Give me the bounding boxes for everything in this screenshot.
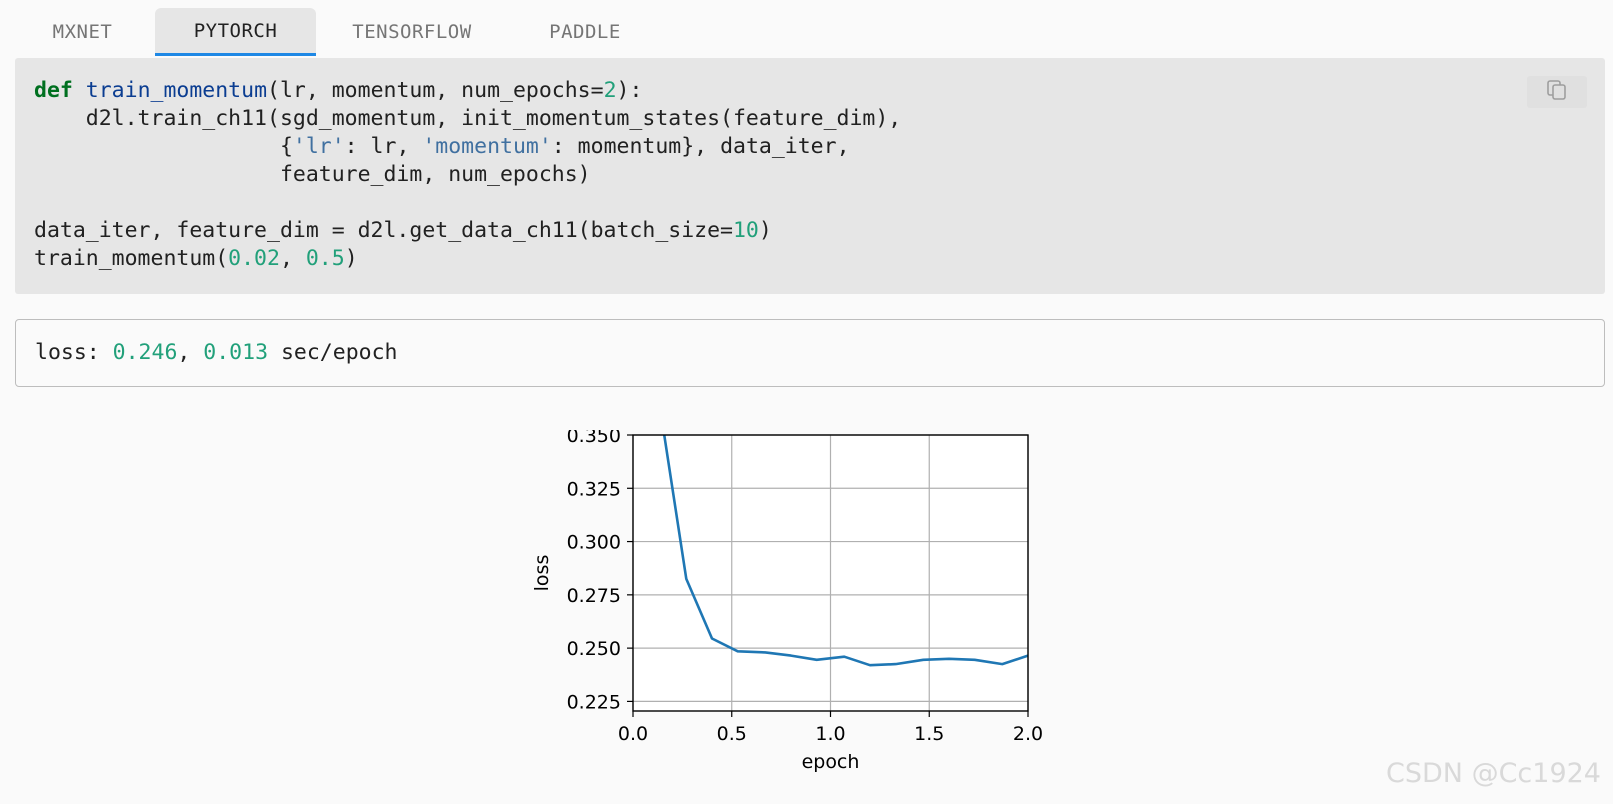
copy-button[interactable] <box>1527 76 1587 108</box>
watermark: CSDN @Cc1924 <box>1386 758 1601 789</box>
code-line: {'lr': lr, 'momentum': momentum}, data_i… <box>34 134 850 159</box>
x-axis-label: epoch <box>802 751 860 773</box>
x-tick-label: 2.0 <box>1013 723 1043 745</box>
code-token: 0.02 <box>228 246 280 271</box>
code-token: : momentum}, data_iter, <box>551 134 850 159</box>
code-line: d2l.train_ch11(sgd_momentum, init_moment… <box>34 106 902 131</box>
y-tick-label: 0.350 <box>567 430 621 447</box>
code-token: , <box>279 246 306 271</box>
y-tick-label: 0.225 <box>567 691 621 713</box>
framework-tabs: MXNET PYTORCH TENSORFLOW PADDLE <box>15 8 1605 58</box>
x-tick-label: 0.0 <box>618 723 648 745</box>
code-token: ) <box>344 246 358 271</box>
x-tick-label: 1.5 <box>914 723 944 745</box>
code-token: (lr, momentum, num_epochs= <box>267 78 604 103</box>
output-suffix: sec/epoch <box>268 340 398 365</box>
code-token: : lr, <box>344 134 423 159</box>
code-token: { <box>34 134 293 159</box>
code-token: feature_dim, num_epochs) <box>34 162 591 187</box>
code-token: def <box>34 78 73 103</box>
tab-mxnet[interactable]: MXNET <box>15 8 150 56</box>
code-text: def train_momentum(lr, momentum, num_epo… <box>34 77 901 273</box>
output-block: loss: 0.246, 0.013 sec/epoch <box>15 319 1605 387</box>
tab-paddle[interactable]: PADDLE <box>515 8 655 56</box>
code-line: train_momentum(0.02, 0.5) <box>34 246 358 271</box>
code-token: 'momentum' <box>422 134 552 159</box>
code-line: def train_momentum(lr, momentum, num_epo… <box>34 78 642 103</box>
y-axis-label: loss <box>531 555 553 592</box>
code-token: 10 <box>732 218 759 243</box>
code-token: ) <box>758 218 772 243</box>
code-token: 'lr' <box>292 134 345 159</box>
code-token: data_iter, feature_dim = d2l.get_data_ch… <box>34 218 733 243</box>
output-time: 0.013 <box>203 340 269 365</box>
code-token: train_momentum <box>85 78 268 103</box>
code-token: 2 <box>603 78 617 103</box>
code-line: data_iter, feature_dim = d2l.get_data_ch… <box>34 218 772 243</box>
code-block: def train_momentum(lr, momentum, num_epo… <box>15 58 1605 294</box>
x-tick-label: 0.5 <box>717 723 747 745</box>
code-token: ): <box>616 78 643 103</box>
tab-pytorch[interactable]: PYTORCH <box>155 8 316 56</box>
code-token: 0.5 <box>305 246 345 271</box>
x-tick-label: 1.0 <box>815 723 845 745</box>
output-text: loss: 0.246, 0.013 sec/epoch <box>35 340 397 366</box>
tab-tensorflow[interactable]: TENSORFLOW <box>327 8 497 56</box>
code-token: train_momentum( <box>34 246 229 271</box>
y-tick-label: 0.250 <box>567 638 621 660</box>
y-tick-label: 0.300 <box>567 532 621 554</box>
code-line: feature_dim, num_epochs) <box>34 162 591 187</box>
copy-icon <box>1546 79 1568 105</box>
output-sep: , <box>177 340 204 365</box>
y-tick-label: 0.275 <box>567 585 621 607</box>
code-token: d2l.train_ch11(sgd_momentum, init_moment… <box>34 106 902 131</box>
loss-chart: 0.0 0.5 1.0 1.5 2.0 0.225 0.250 0.275 0.300 0.325… <box>531 430 1043 773</box>
y-tick-label: 0.325 <box>567 478 621 500</box>
output-loss: 0.246 <box>112 340 178 365</box>
output-prefix: loss: <box>35 340 113 365</box>
